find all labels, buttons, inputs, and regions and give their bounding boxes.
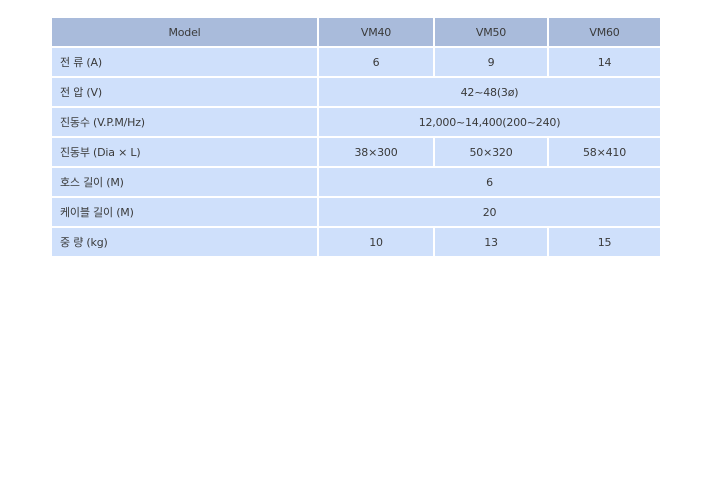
table-row-weight: 중 량 (kg) 10 13 15 xyxy=(52,228,660,256)
row-label-weight: 중 량 (kg) xyxy=(52,228,317,256)
row-label-current: 전 류 (A) xyxy=(52,48,317,76)
cell-cable-length-all: 20 xyxy=(319,198,660,226)
cell-vibrator-vm40: 38×300 xyxy=(319,138,433,166)
header-vm40: VM40 xyxy=(319,18,433,46)
cell-vibrator-vm50: 50×320 xyxy=(435,138,547,166)
cell-weight-vm50: 13 xyxy=(435,228,547,256)
header-vm50: VM50 xyxy=(435,18,547,46)
cell-voltage-all: 42~48(3ø) xyxy=(319,78,660,106)
row-label-vibration: 진동수 (V.P.M/Hz) xyxy=(52,108,317,136)
cell-weight-vm40: 10 xyxy=(319,228,433,256)
row-label-voltage: 전 압 (V) xyxy=(52,78,317,106)
table-row-hose-length: 호스 길이 (M) 6 xyxy=(52,168,660,196)
cell-current-vm40: 6 xyxy=(319,48,433,76)
table-row-vibration: 진동수 (V.P.M/Hz) 12,000~14,400(200~240) xyxy=(52,108,660,136)
cell-current-vm60: 14 xyxy=(549,48,660,76)
table-header-row: Model VM40 VM50 VM60 xyxy=(52,18,660,46)
header-model: Model xyxy=(52,18,317,46)
cell-vibrator-vm60: 58×410 xyxy=(549,138,660,166)
cell-weight-vm60: 15 xyxy=(549,228,660,256)
row-label-cable-length: 케이블 길이 (M) xyxy=(52,198,317,226)
spec-table: Model VM40 VM50 VM60 전 류 (A) 6 9 14 전 압 … xyxy=(50,16,662,258)
row-label-vibrator: 진동부 (Dia × L) xyxy=(52,138,317,166)
cell-current-vm50: 9 xyxy=(435,48,547,76)
table-row-voltage: 전 압 (V) 42~48(3ø) xyxy=(52,78,660,106)
header-vm60: VM60 xyxy=(549,18,660,46)
table-row-current: 전 류 (A) 6 9 14 xyxy=(52,48,660,76)
row-label-hose-length: 호스 길이 (M) xyxy=(52,168,317,196)
table-row-vibrator: 진동부 (Dia × L) 38×300 50×320 58×410 xyxy=(52,138,660,166)
table-row-cable-length: 케이블 길이 (M) 20 xyxy=(52,198,660,226)
cell-vibration-all: 12,000~14,400(200~240) xyxy=(319,108,660,136)
cell-hose-length-all: 6 xyxy=(319,168,660,196)
